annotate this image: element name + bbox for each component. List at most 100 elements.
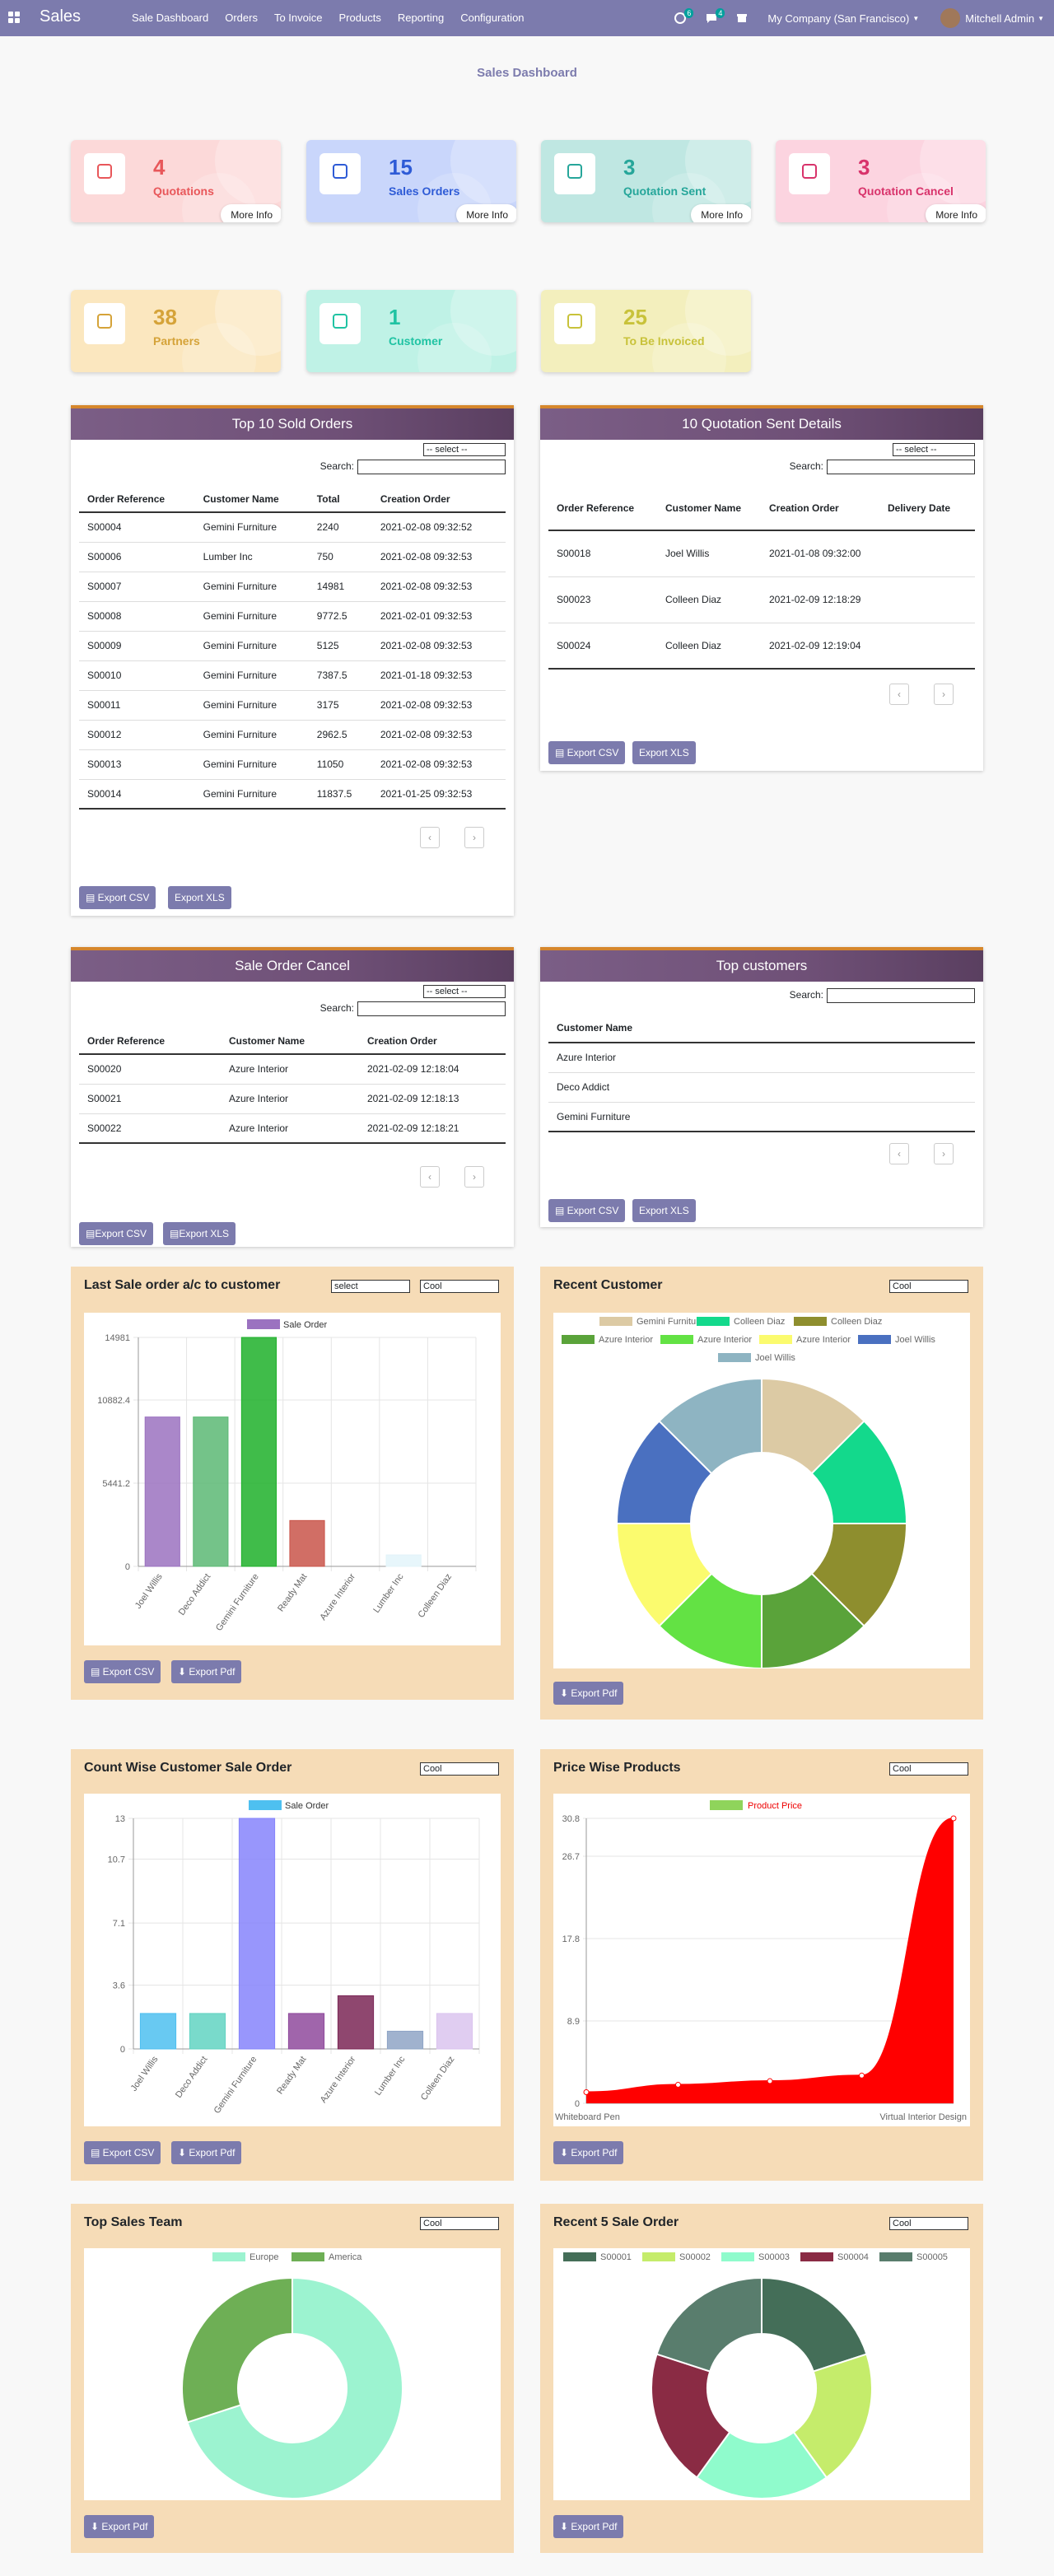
export-pdf-button[interactable]: ⬇ Export Pdf: [553, 2141, 624, 2164]
table-cell: S00006: [79, 542, 195, 572]
export-csv-button[interactable]: ▤ Export CSV: [84, 1660, 161, 1683]
theme-select[interactable]: Cool: [889, 1762, 968, 1776]
company-switcher[interactable]: My Company (San Francisco): [767, 12, 909, 25]
col-header[interactable]: Delivery Date: [879, 486, 975, 531]
stat-value: 38: [153, 305, 177, 329]
export-csv-button[interactable]: ▤ Export CSV: [548, 1199, 626, 1222]
page-size-select[interactable]: -- select --: [893, 443, 975, 456]
next-page-button[interactable]: ›: [464, 1166, 484, 1188]
export-csv-button[interactable]: ▤ Export CSV: [548, 741, 626, 764]
file-icon: ▤: [86, 892, 98, 903]
user-menu[interactable]: Mitchell Admin: [965, 12, 1034, 25]
next-page-button[interactable]: ›: [464, 827, 484, 848]
chat-icon[interactable]: 4: [705, 8, 725, 25]
export-pdf-button[interactable]: ⬇ Export Pdf: [171, 2141, 242, 2164]
table-cell: 2021-02-01 09:32:53: [371, 601, 506, 632]
table-row[interactable]: S00009 Gemini Furniture 5125 2021-02-08 09:…: [79, 631, 506, 661]
chevron-down-icon[interactable]: ▼: [912, 15, 919, 22]
table-row[interactable]: Azure Interior: [548, 1043, 975, 1073]
col-header[interactable]: Customer Name: [194, 486, 309, 513]
avatar[interactable]: [940, 8, 961, 28]
table-row[interactable]: S00004 Gemini Furniture 2240 2021-02-08 09:…: [79, 512, 506, 543]
export-xls-button[interactable]: Export XLS: [632, 741, 696, 764]
table-row[interactable]: S00010 Gemini Furniture 7387.5 2021-01-18 0…: [79, 660, 506, 691]
theme-select[interactable]: Cool: [420, 1762, 499, 1776]
table-row[interactable]: Deco Addict: [548, 1072, 975, 1103]
prev-page-button[interactable]: ‹: [889, 1143, 909, 1164]
table-cell: Gemini Furniture: [194, 512, 309, 543]
more-info-button[interactable]: More Info: [691, 204, 751, 222]
export-pdf-button[interactable]: ⬇ Export Pdf: [171, 1660, 242, 1683]
prev-page-button[interactable]: ‹: [420, 827, 440, 848]
prev-page-button[interactable]: ‹: [889, 684, 909, 705]
table-row[interactable]: S00011 Gemini Furniture 3175 2021-02-08 09:…: [79, 690, 506, 721]
search-input[interactable]: [827, 988, 975, 1003]
col-header[interactable]: Creation Order: [761, 486, 879, 531]
export-xls-button[interactable]: Export XLS: [168, 886, 231, 909]
menu-reporting[interactable]: Reporting: [398, 12, 444, 24]
table-row[interactable]: S00007 Gemini Furniture 14981 2021-02-08 09…: [79, 572, 506, 602]
table-row[interactable]: S00023 Colleen Diaz 2021-02-09 12:18:29: [548, 576, 975, 623]
table-row[interactable]: S00008 Gemini Furniture 9772.5 2021-02-01 0…: [79, 601, 506, 632]
table-row[interactable]: S00014 Gemini Furniture 11837.5 2021-01-25 …: [79, 779, 506, 810]
y-tick-label: 10.7: [108, 1855, 125, 1865]
col-header[interactable]: Order Reference: [79, 1028, 221, 1055]
activity-icon[interactable]: 6: [674, 8, 694, 25]
col-header[interactable]: Creation Order: [359, 1028, 506, 1055]
more-info-button[interactable]: More Info: [456, 204, 516, 222]
search-input[interactable]: [357, 460, 506, 474]
gift-icon[interactable]: [736, 12, 749, 25]
chevron-down-icon[interactable]: ▼: [1038, 15, 1044, 22]
next-page-button[interactable]: ›: [934, 684, 954, 705]
legend-label: Gemini Furniture: [637, 1317, 704, 1327]
table-row[interactable]: S00021 Azure Interior 2021-02-09 12:18:13: [79, 1084, 506, 1114]
stat-card-quotations: 4 Quotations More Info: [71, 140, 281, 222]
table-row[interactable]: S00013 Gemini Furniture 11050 2021-02-08 09…: [79, 749, 506, 780]
more-info-button[interactable]: More Info: [926, 204, 986, 222]
col-header[interactable]: Customer Name: [657, 486, 761, 531]
table-row[interactable]: S00006 Lumber Inc 750 2021-02-08 09:32:53: [79, 542, 506, 572]
apps-menu-icon[interactable]: [8, 12, 20, 23]
col-header[interactable]: Customer Name: [221, 1028, 359, 1055]
export-pdf-button[interactable]: ⬇ Export Pdf: [553, 1682, 624, 1705]
table-row[interactable]: S00018 Joel Willis 2021-01-08 09:32:00: [548, 530, 975, 577]
y-tick-label: 0: [120, 2045, 125, 2055]
more-info-button[interactable]: More Info: [221, 204, 281, 222]
menu-configuration[interactable]: Configuration: [460, 12, 524, 24]
data-point: [767, 2078, 773, 2084]
table-row[interactable]: S00022 Azure Interior 2021-02-09 12:18:21: [79, 1113, 506, 1144]
col-header[interactable]: Creation Order: [371, 486, 506, 513]
table-row[interactable]: S00024 Colleen Diaz 2021-02-09 12:19:04: [548, 623, 975, 670]
theme-select[interactable]: Cool: [889, 1280, 968, 1293]
export-pdf-button[interactable]: ⬇ Export Pdf: [84, 2515, 155, 2538]
menu-products[interactable]: Products: [339, 12, 381, 24]
menu-orders[interactable]: Orders: [225, 12, 258, 24]
page-size-select[interactable]: -- select --: [423, 985, 506, 998]
page-size-select[interactable]: -- select --: [423, 443, 506, 456]
app-brand[interactable]: Sales: [40, 7, 81, 26]
theme-select[interactable]: Cool: [420, 2217, 499, 2230]
export-csv-button[interactable]: ▤ Export CSV: [84, 2141, 161, 2164]
customer-select[interactable]: select: [331, 1280, 410, 1293]
table-row[interactable]: S00012 Gemini Furniture 2962.5 2021-02-08 0…: [79, 720, 506, 750]
theme-select[interactable]: Cool: [889, 2217, 968, 2230]
export-xls-button[interactable]: Export XLS: [632, 1199, 696, 1222]
search-input[interactable]: [357, 1001, 506, 1016]
next-page-button[interactable]: ›: [934, 1143, 954, 1164]
menu-sale-dashboard[interactable]: Sale Dashboard: [132, 12, 208, 24]
export-xls-button[interactable]: ▤Export XLS: [163, 1222, 236, 1245]
prev-page-button[interactable]: ‹: [420, 1166, 440, 1188]
menu-to-invoice[interactable]: To Invoice: [274, 12, 323, 24]
export-pdf-button[interactable]: ⬇ Export Pdf: [553, 2515, 624, 2538]
export-csv-button[interactable]: ▤ Export CSV: [79, 886, 156, 909]
file-icon: ▤: [91, 2147, 103, 2158]
col-header[interactable]: Total: [308, 486, 372, 513]
table-row[interactable]: S00020 Azure Interior 2021-02-09 12:18:04: [79, 1054, 506, 1085]
search-input[interactable]: [827, 460, 975, 474]
table-row[interactable]: Gemini Furniture: [548, 1102, 975, 1132]
theme-select[interactable]: Cool: [420, 1280, 499, 1293]
col-header[interactable]: Order Reference: [79, 486, 195, 513]
export-csv-button[interactable]: ▤Export CSV: [79, 1222, 154, 1245]
col-header[interactable]: Customer Name: [548, 1013, 975, 1043]
col-header[interactable]: Order Reference: [548, 486, 657, 531]
